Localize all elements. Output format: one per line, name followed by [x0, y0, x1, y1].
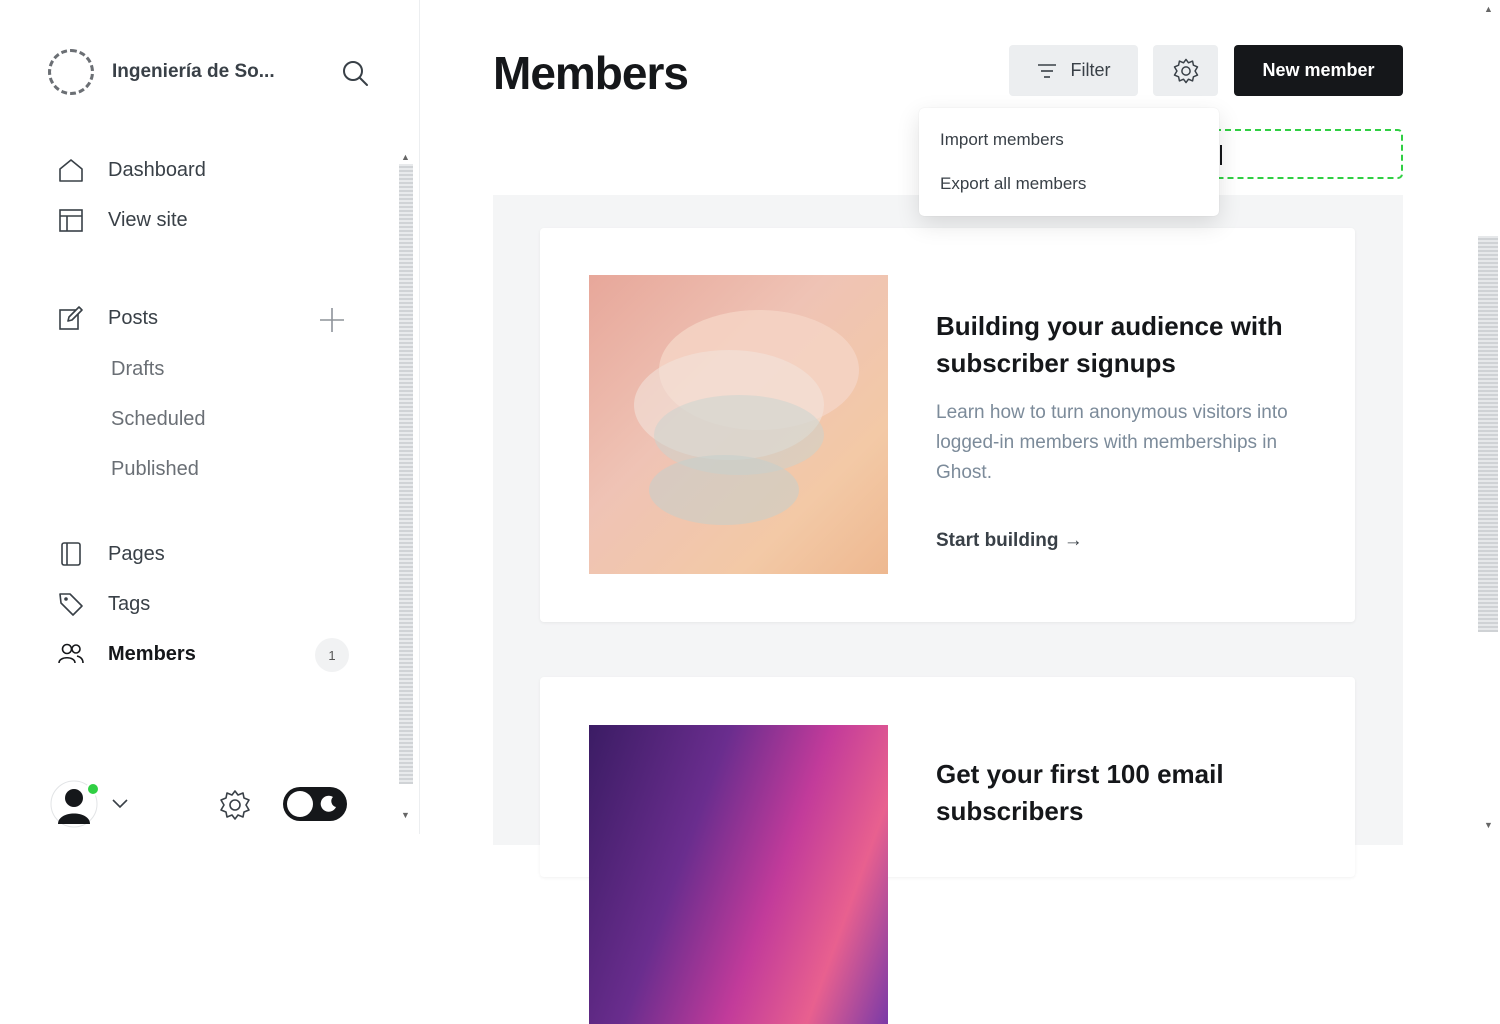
text-cursor [1220, 145, 1222, 165]
nav-view-site[interactable]: View site [58, 207, 188, 233]
scrollbar-thumb[interactable] [399, 164, 413, 784]
resource-card[interactable]: Get your first 100 email subscribers [540, 677, 1355, 1024]
card-title: Get your first 100 email subscribers [936, 759, 1224, 826]
start-building-link[interactable]: Start building → [936, 530, 1083, 552]
nav-scheduled[interactable]: Scheduled [111, 408, 206, 431]
members-count-badge: 1 [315, 638, 349, 672]
search-icon[interactable] [340, 58, 370, 88]
members-actions-menu: Import members Export all members [919, 108, 1219, 216]
pages-icon [61, 542, 81, 566]
filter-button[interactable]: Filter [1009, 45, 1138, 96]
nav-members[interactable]: Members [58, 641, 196, 667]
nav-drafts[interactable]: Drafts [111, 358, 164, 381]
coins-illustration [634, 310, 859, 525]
nav-pages-label: Pages [108, 542, 165, 565]
nav-dashboard[interactable]: Dashboard [58, 157, 206, 183]
home-icon [59, 159, 83, 182]
chevron-down-icon[interactable] [110, 796, 130, 812]
scroll-down-arrow-icon[interactable]: ▼ [401, 810, 410, 820]
nav-tags-label: Tags [108, 592, 151, 615]
filter-icon [1037, 63, 1056, 78]
site-logo [48, 49, 94, 95]
nav-tags[interactable]: Tags [58, 591, 150, 617]
card-image [589, 275, 888, 574]
export-members-item[interactable]: Export all members [919, 162, 1219, 206]
card-image [589, 725, 888, 1024]
gear-icon[interactable] [218, 788, 252, 822]
nav-pages[interactable]: Pages [58, 541, 165, 567]
moon-icon [320, 795, 336, 812]
members-icon [58, 643, 84, 664]
site-name: Ingeniería de So... [112, 61, 275, 82]
toggle-knob [287, 791, 313, 817]
scrollbar-thumb[interactable] [1478, 236, 1498, 632]
nav-view-site-label: View site [108, 208, 188, 231]
nav-members-label: Members [108, 642, 196, 665]
import-members-item[interactable]: Import members [919, 118, 1219, 162]
scroll-up-arrow-icon[interactable]: ▲ [401, 152, 410, 162]
card-description: Learn how to turn anonymous visitors int… [936, 402, 1288, 483]
page-title: Members [493, 47, 689, 99]
sidebar: Ingeniería de So... Dashboard View site … [0, 0, 420, 834]
filter-label: Filter [1070, 60, 1111, 80]
online-status-dot [86, 782, 100, 796]
site-brand[interactable]: Ingeniería de So... [48, 49, 312, 95]
new-member-button[interactable]: New member [1234, 45, 1403, 96]
nav-posts[interactable]: Posts [58, 305, 158, 331]
card-title: Building your audience with subscriber s… [936, 311, 1283, 378]
add-post-icon[interactable] [318, 306, 346, 334]
tag-icon [59, 593, 83, 616]
layout-icon [59, 209, 83, 232]
nav-published[interactable]: Published [111, 458, 199, 481]
members-actions-button[interactable] [1153, 45, 1218, 96]
main-scrollbar[interactable]: ▲ ▼ [1476, 0, 1500, 834]
search-members-input[interactable] [1200, 129, 1403, 179]
resource-card[interactable]: Building your audience with subscriber s… [540, 228, 1355, 622]
nav-posts-label: Posts [108, 306, 159, 329]
nav-dashboard-label: Dashboard [108, 158, 206, 181]
scroll-up-arrow-icon[interactable]: ▲ [1484, 4, 1493, 14]
gear-icon [1173, 58, 1198, 83]
scroll-down-arrow-icon[interactable]: ▼ [1484, 820, 1493, 830]
dark-mode-toggle[interactable] [283, 787, 347, 821]
sidebar-scrollbar[interactable]: ▲ ▼ [397, 150, 415, 820]
edit-icon [59, 306, 83, 330]
